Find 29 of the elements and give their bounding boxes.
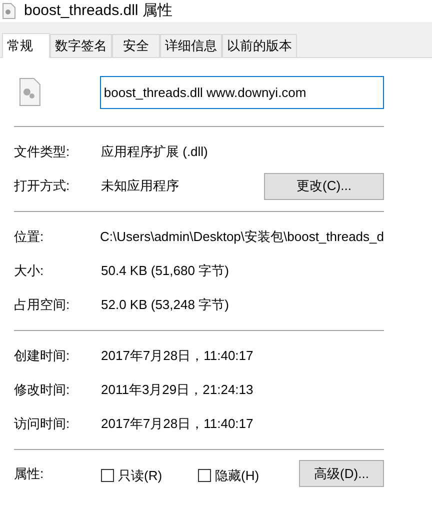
field-value: 2017年7月28日，11:40:17: [101, 415, 254, 434]
field-label: 创建时间:: [14, 347, 71, 366]
field-label: 大小:: [14, 262, 45, 280]
field-label: 属性:: [14, 465, 45, 483]
change-button[interactable]: 更改(C)...: [264, 172, 384, 200]
window-title: boost_threads.dll 属性: [24, 0, 172, 21]
advanced-button[interactable]: 高级(D)...: [299, 460, 384, 487]
file-icon: [19, 78, 41, 106]
tab[interactable]: 安全: [112, 34, 160, 57]
field-label: 占用空间:: [14, 296, 71, 314]
field-value: 2017年7月28日，11:40:17: [101, 347, 254, 366]
tab[interactable]: 数字签名: [50, 34, 112, 57]
field-label: 打开方式:: [14, 177, 71, 196]
field-value: 未知应用程序: [101, 177, 179, 196]
checkbox[interactable]: 隐藏(H): [198, 466, 260, 486]
tab[interactable]: 常规: [2, 33, 50, 58]
field-value: C:\Users\admin\Desktop\安装包\boost_threads_d: [100, 228, 384, 246]
name-field[interactable]: boost_threads.dll www.downyi.com: [100, 76, 384, 108]
field-value: 应用程序扩展 (.dll): [101, 143, 208, 162]
field-value: 52.0 KB (53,248 字节): [101, 296, 229, 314]
tab[interactable]: 详细信息: [160, 34, 222, 57]
field-label: 修改时间:: [14, 381, 71, 400]
field-label: 访问时间:: [14, 415, 71, 434]
field-value: 50.4 KB (51,680 字节): [101, 262, 229, 280]
field-label: 文件类型:: [14, 143, 71, 162]
checkbox[interactable]: 只读(R): [101, 466, 162, 486]
tab[interactable]: 以前的版本: [222, 34, 297, 57]
field-label: 位置:: [14, 228, 45, 246]
field-value: 2011年3月29日，21:24:13: [101, 381, 254, 400]
